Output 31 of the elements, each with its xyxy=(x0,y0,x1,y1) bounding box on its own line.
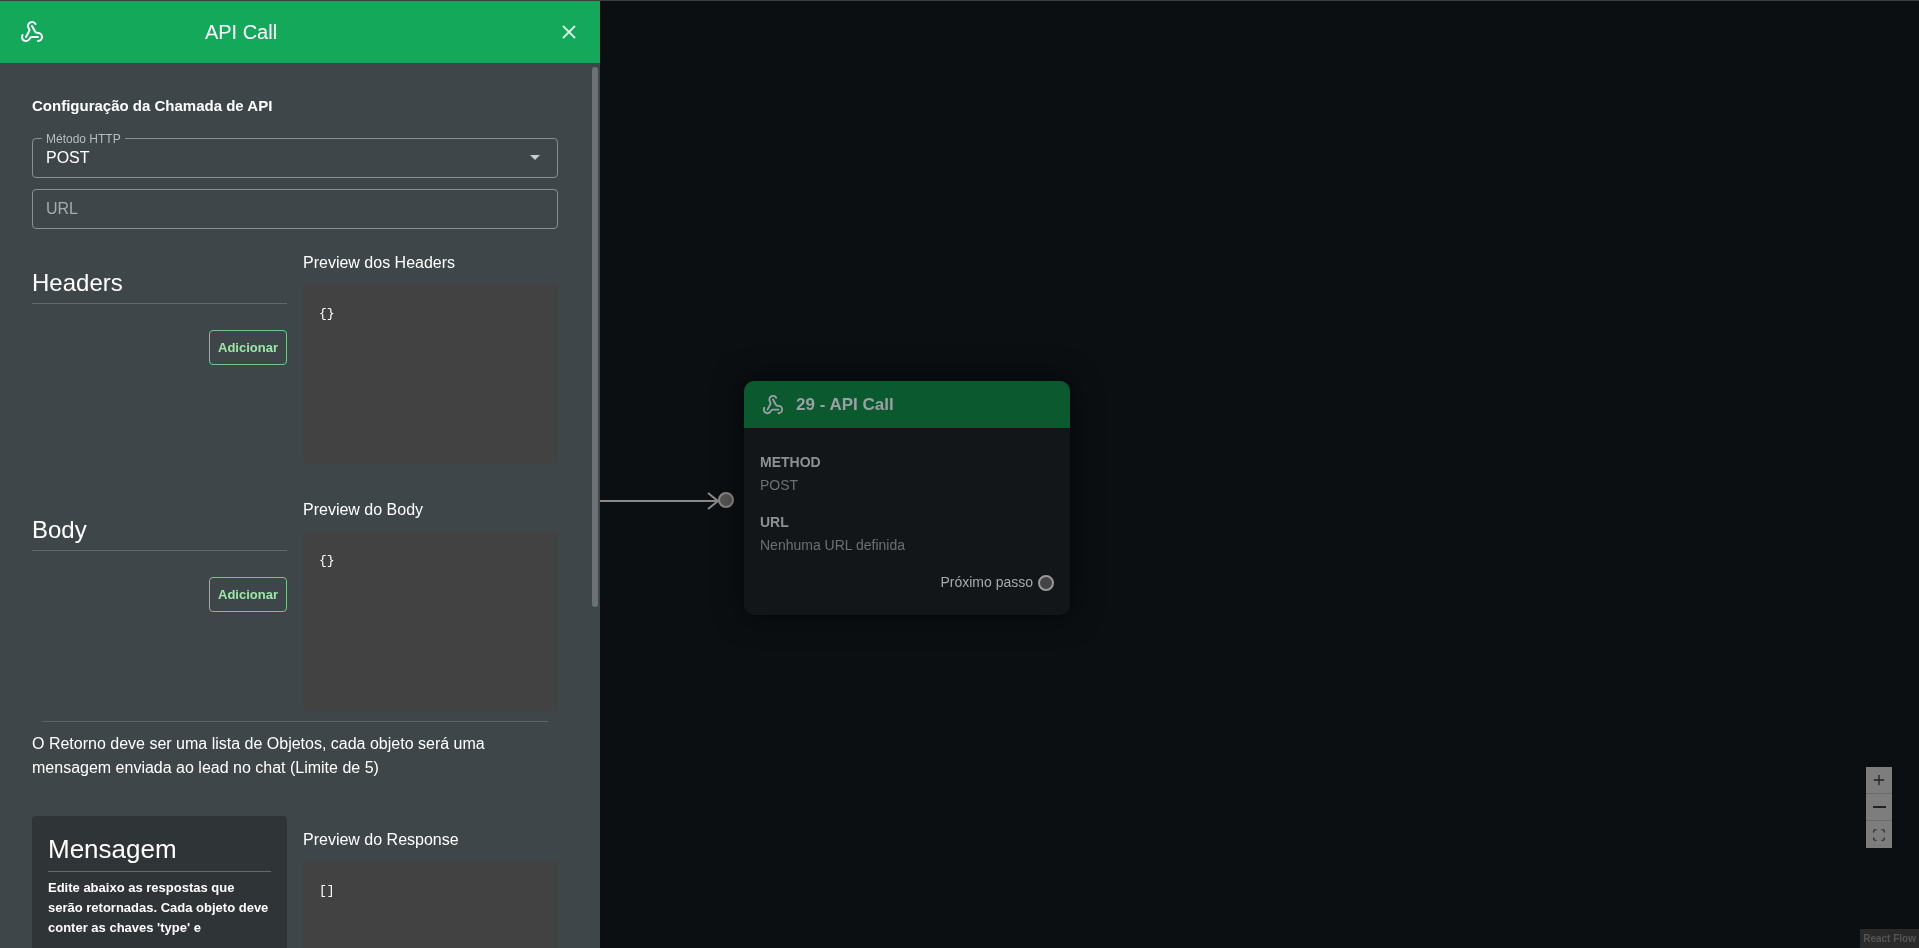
json-preview: [] xyxy=(303,860,558,948)
input-handle[interactable] xyxy=(718,492,734,508)
card-text: Edite abaixo as respostas que serão retornadas. Cada objeto deve conter as chaves 'type' e xyxy=(48,878,270,937)
plus-icon xyxy=(1871,772,1887,788)
card-heading: Mensagem xyxy=(48,829,271,872)
fit-view-icon xyxy=(1872,827,1886,842)
field-label: URL xyxy=(760,513,790,532)
output-label: Próximo passo xyxy=(940,573,1033,592)
webhook-icon xyxy=(20,20,44,44)
url-input[interactable]: URL xyxy=(32,188,558,229)
field-value: POST xyxy=(760,476,800,495)
field-value: Nenhuma URL definida xyxy=(760,536,906,555)
preview-title: Preview do Response xyxy=(303,829,460,850)
minus-icon xyxy=(1872,806,1886,808)
flow-node[interactable]: 29 - API Call METHOD POST URL Nenhuma URL definida Próximo passo xyxy=(744,381,1070,615)
section-heading: Headers xyxy=(32,264,287,304)
preview-title: Preview do Body xyxy=(303,499,425,520)
caret-icon xyxy=(530,155,540,160)
node-title: 29 - API Call xyxy=(796,393,894,416)
preview-title: Preview dos Headers xyxy=(303,252,457,273)
json-preview: {} xyxy=(303,283,558,464)
panel-title: API Call xyxy=(204,20,278,45)
field-label: METHOD xyxy=(760,453,822,472)
note-text: O Retorno deve ser uma lista de Objetos, cada objeto será uma mensagem enviada ao lead no chat (Limite de 5) xyxy=(32,733,486,778)
json-preview: {} xyxy=(303,530,558,711)
add-button[interactable]: Adicionar xyxy=(209,329,287,365)
section-title: Configuração da Chamada de API xyxy=(32,96,274,116)
output-handle[interactable] xyxy=(1038,574,1054,591)
add-button[interactable]: Adicionar xyxy=(209,576,287,612)
section-heading: Body xyxy=(32,511,287,551)
webhook-icon xyxy=(762,393,784,416)
